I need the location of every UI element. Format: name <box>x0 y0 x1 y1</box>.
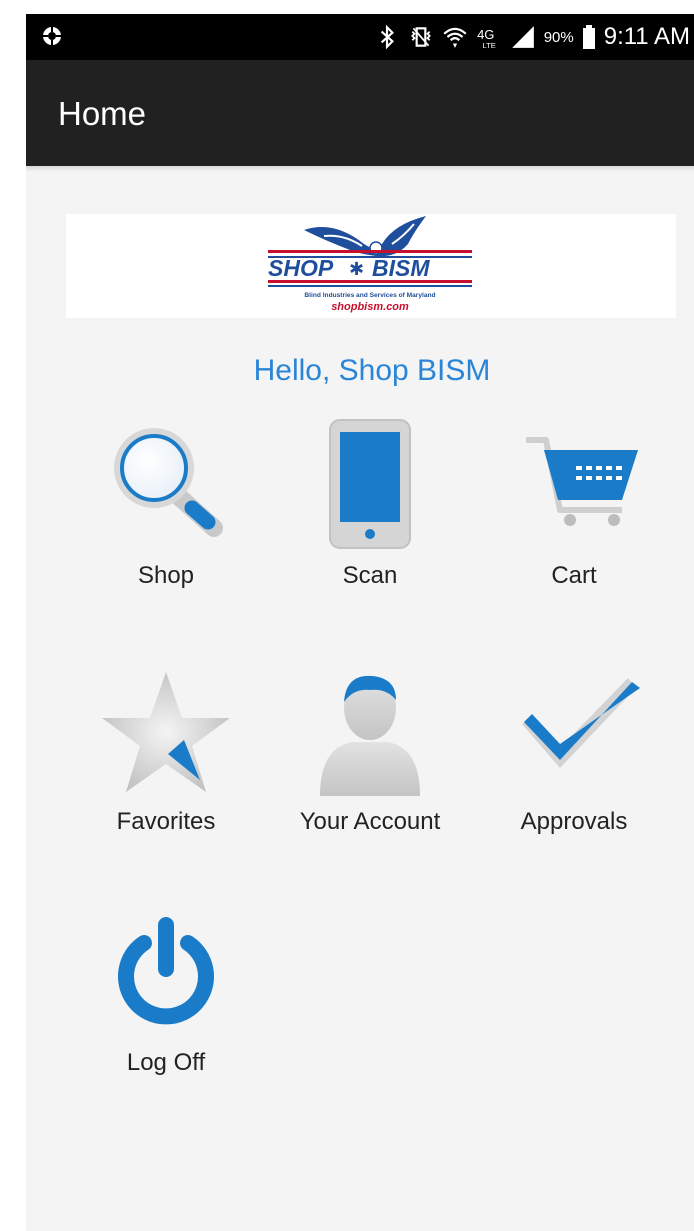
menu-item-label: Scan <box>342 562 398 589</box>
app-bar: Home <box>26 60 694 166</box>
wifi-icon <box>443 27 467 48</box>
logo-tagline: Blind Industries and Services of Marylan… <box>304 292 435 299</box>
menu-item-shop[interactable]: Shop <box>66 414 266 614</box>
phone-icon <box>329 419 411 549</box>
logo-url: shopbism.com <box>331 301 409 313</box>
4g-lte-icon: 4G LTE <box>477 27 496 50</box>
menu-item-label: Log Off <box>126 1049 206 1076</box>
app-bar-shadow <box>26 166 694 172</box>
vibrate-icon <box>410 27 431 47</box>
menu-item-your-account[interactable]: Your Account <box>270 664 470 864</box>
menu-item-label: Your Account <box>299 808 441 835</box>
signal-icon <box>511 26 534 48</box>
battery-icon <box>582 25 595 49</box>
status-bar: 4G LTE 90% 9:11 AM <box>26 14 694 60</box>
menu-item-favorites[interactable]: Favorites <box>66 664 266 864</box>
page-title: Home <box>58 95 147 132</box>
menu-item-scan[interactable]: Scan <box>270 414 470 614</box>
menu-item-label: Cart <box>551 562 597 589</box>
cart-icon <box>526 437 638 526</box>
logo-brand-right: BISM <box>372 255 430 281</box>
checkmark-icon <box>522 678 640 768</box>
shop-bism-logo: SHOP ✱ BISM Blind Industries and Service… <box>268 216 472 313</box>
menu-item-label: Favorites <box>116 808 216 835</box>
greeting-text: Hello, Shop BISM <box>253 354 491 387</box>
logo-brand-left: SHOP <box>268 255 334 281</box>
menu-item-log-off[interactable]: Log Off <box>66 909 266 1109</box>
menu-item-cart[interactable]: Cart <box>474 414 674 614</box>
power-icon <box>118 917 214 1025</box>
battery-percent: 90% <box>543 28 574 46</box>
gear-icon <box>43 27 61 45</box>
phone-screen: 4G LTE 90% 9:11 AM Home SHOP ✱ BISM Blin… <box>26 14 694 1231</box>
bluetooth-icon <box>380 24 394 50</box>
person-icon <box>320 675 420 796</box>
svg-text:✱: ✱ <box>349 259 364 280</box>
status-clock: 9:11 AM <box>603 23 690 50</box>
menu-item-label: Shop <box>137 562 195 589</box>
magnifier-icon <box>114 428 223 537</box>
menu-item-approvals[interactable]: Approvals <box>474 664 674 864</box>
menu-item-label: Approvals <box>520 808 628 835</box>
star-icon <box>102 672 230 792</box>
svg-text:LTE: LTE <box>482 41 495 50</box>
logo-banner: SHOP ✱ BISM Blind Industries and Service… <box>66 214 676 318</box>
